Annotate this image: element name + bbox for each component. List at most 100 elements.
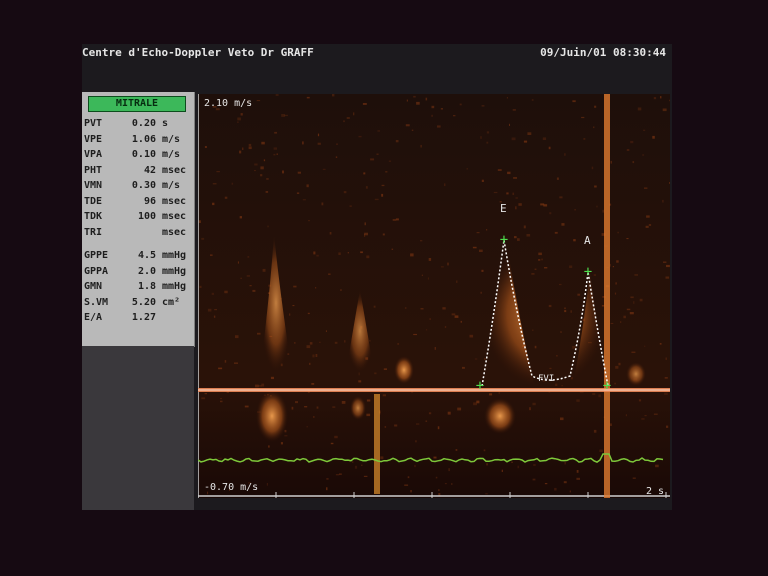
speckle xyxy=(564,461,566,465)
speckle xyxy=(406,99,408,102)
time-scale-label: 2 s xyxy=(646,486,665,497)
speckle xyxy=(497,169,502,171)
speckle xyxy=(506,192,509,195)
speckle xyxy=(638,399,642,402)
speckle xyxy=(472,246,477,249)
speckle xyxy=(416,423,420,425)
speckle xyxy=(231,182,234,185)
speckle xyxy=(297,171,301,174)
measurement-panel: MITRALE PVT 0.20 s VPE 1.06 m/s VPA 0.10 m/s PHT 4… xyxy=(82,92,195,347)
measurement-row-vmn: VMN 0.30 m/s xyxy=(84,180,192,194)
speckle xyxy=(326,487,328,491)
speckle xyxy=(617,231,619,234)
speckle xyxy=(560,417,564,421)
speckle xyxy=(509,123,510,126)
speckle xyxy=(198,220,201,223)
speckle xyxy=(347,252,349,254)
speckle xyxy=(211,292,214,295)
speckle xyxy=(480,291,482,294)
speckle xyxy=(358,135,362,138)
mode-mitrale-button[interactable]: MITRALE xyxy=(88,96,186,112)
speckle xyxy=(665,276,670,279)
speckle xyxy=(626,149,630,151)
measurement-row-tdk: TDK 100 msec xyxy=(84,211,192,225)
speckle xyxy=(344,340,346,343)
speckle xyxy=(380,456,384,460)
speckle xyxy=(427,277,429,280)
speckle xyxy=(616,260,619,263)
speckle xyxy=(204,393,207,395)
speckle xyxy=(252,289,256,292)
speckle xyxy=(373,305,376,308)
speckle xyxy=(360,251,363,254)
speckle xyxy=(374,372,377,375)
time-cursor-bar[interactable] xyxy=(604,94,610,498)
speckle xyxy=(644,187,648,189)
measurement-name: S.VM xyxy=(84,296,109,308)
speckle xyxy=(515,206,517,210)
cursor-end[interactable]: + xyxy=(603,378,611,394)
speckle xyxy=(440,108,443,110)
panel-blank-area xyxy=(82,346,194,510)
speckle xyxy=(364,222,366,226)
speckle xyxy=(416,101,420,105)
fvi-label: FVI xyxy=(538,374,555,384)
speckle xyxy=(645,225,649,228)
measurement-name: GPPA xyxy=(84,265,109,277)
speckle xyxy=(410,253,414,257)
speckle xyxy=(485,493,488,495)
ultrasound-screen: Centre d'Echo-Doppler Veto Dr GRAFF 09/J… xyxy=(82,44,672,510)
speckle xyxy=(316,254,319,257)
measurement-unit: mmHg xyxy=(162,250,187,261)
speckle xyxy=(431,105,435,109)
speckle xyxy=(420,144,422,148)
speckle xyxy=(332,94,335,97)
cursor-e-peak[interactable]: + xyxy=(500,232,508,248)
speckle xyxy=(609,423,612,426)
speckle xyxy=(349,205,352,207)
speckle xyxy=(381,193,384,197)
speckle xyxy=(240,113,243,116)
speckle xyxy=(515,197,518,199)
speckle xyxy=(447,262,449,266)
speckle xyxy=(366,255,370,259)
cursor-start[interactable]: + xyxy=(476,378,484,394)
speckle xyxy=(248,143,252,147)
speckle xyxy=(237,117,241,121)
speckle xyxy=(306,426,308,428)
speckle xyxy=(548,146,551,150)
speckle xyxy=(421,274,423,276)
speckle xyxy=(620,321,622,323)
speckle xyxy=(332,406,336,408)
speckle xyxy=(317,142,321,145)
speckle xyxy=(260,166,264,170)
speckle xyxy=(489,393,493,396)
speckle xyxy=(293,285,297,288)
speckle xyxy=(451,313,456,316)
speckle xyxy=(361,464,363,466)
speckle xyxy=(602,209,604,213)
speckle xyxy=(201,397,206,400)
speckle xyxy=(512,109,516,111)
speckle xyxy=(291,406,294,410)
speckle xyxy=(364,232,368,236)
speckle xyxy=(669,182,672,184)
speckle xyxy=(437,426,440,430)
speckle xyxy=(335,474,340,476)
speckle xyxy=(556,355,558,357)
speckle xyxy=(266,178,269,180)
measurement-value: 4.5 xyxy=(137,250,156,261)
speckle xyxy=(428,412,432,415)
speckle xyxy=(614,292,617,295)
speckle xyxy=(549,212,552,215)
speckle xyxy=(425,420,428,422)
speckle xyxy=(448,468,450,472)
speckle xyxy=(527,132,532,135)
measurement-value: 0.20 xyxy=(131,118,156,129)
speckle xyxy=(442,307,446,310)
speckle xyxy=(576,470,579,473)
measurement-row-gmn: GMN 1.8 mmHg xyxy=(84,281,192,295)
speckle xyxy=(626,238,629,240)
cursor-a-peak[interactable]: + xyxy=(584,264,592,280)
speckle xyxy=(438,489,440,492)
